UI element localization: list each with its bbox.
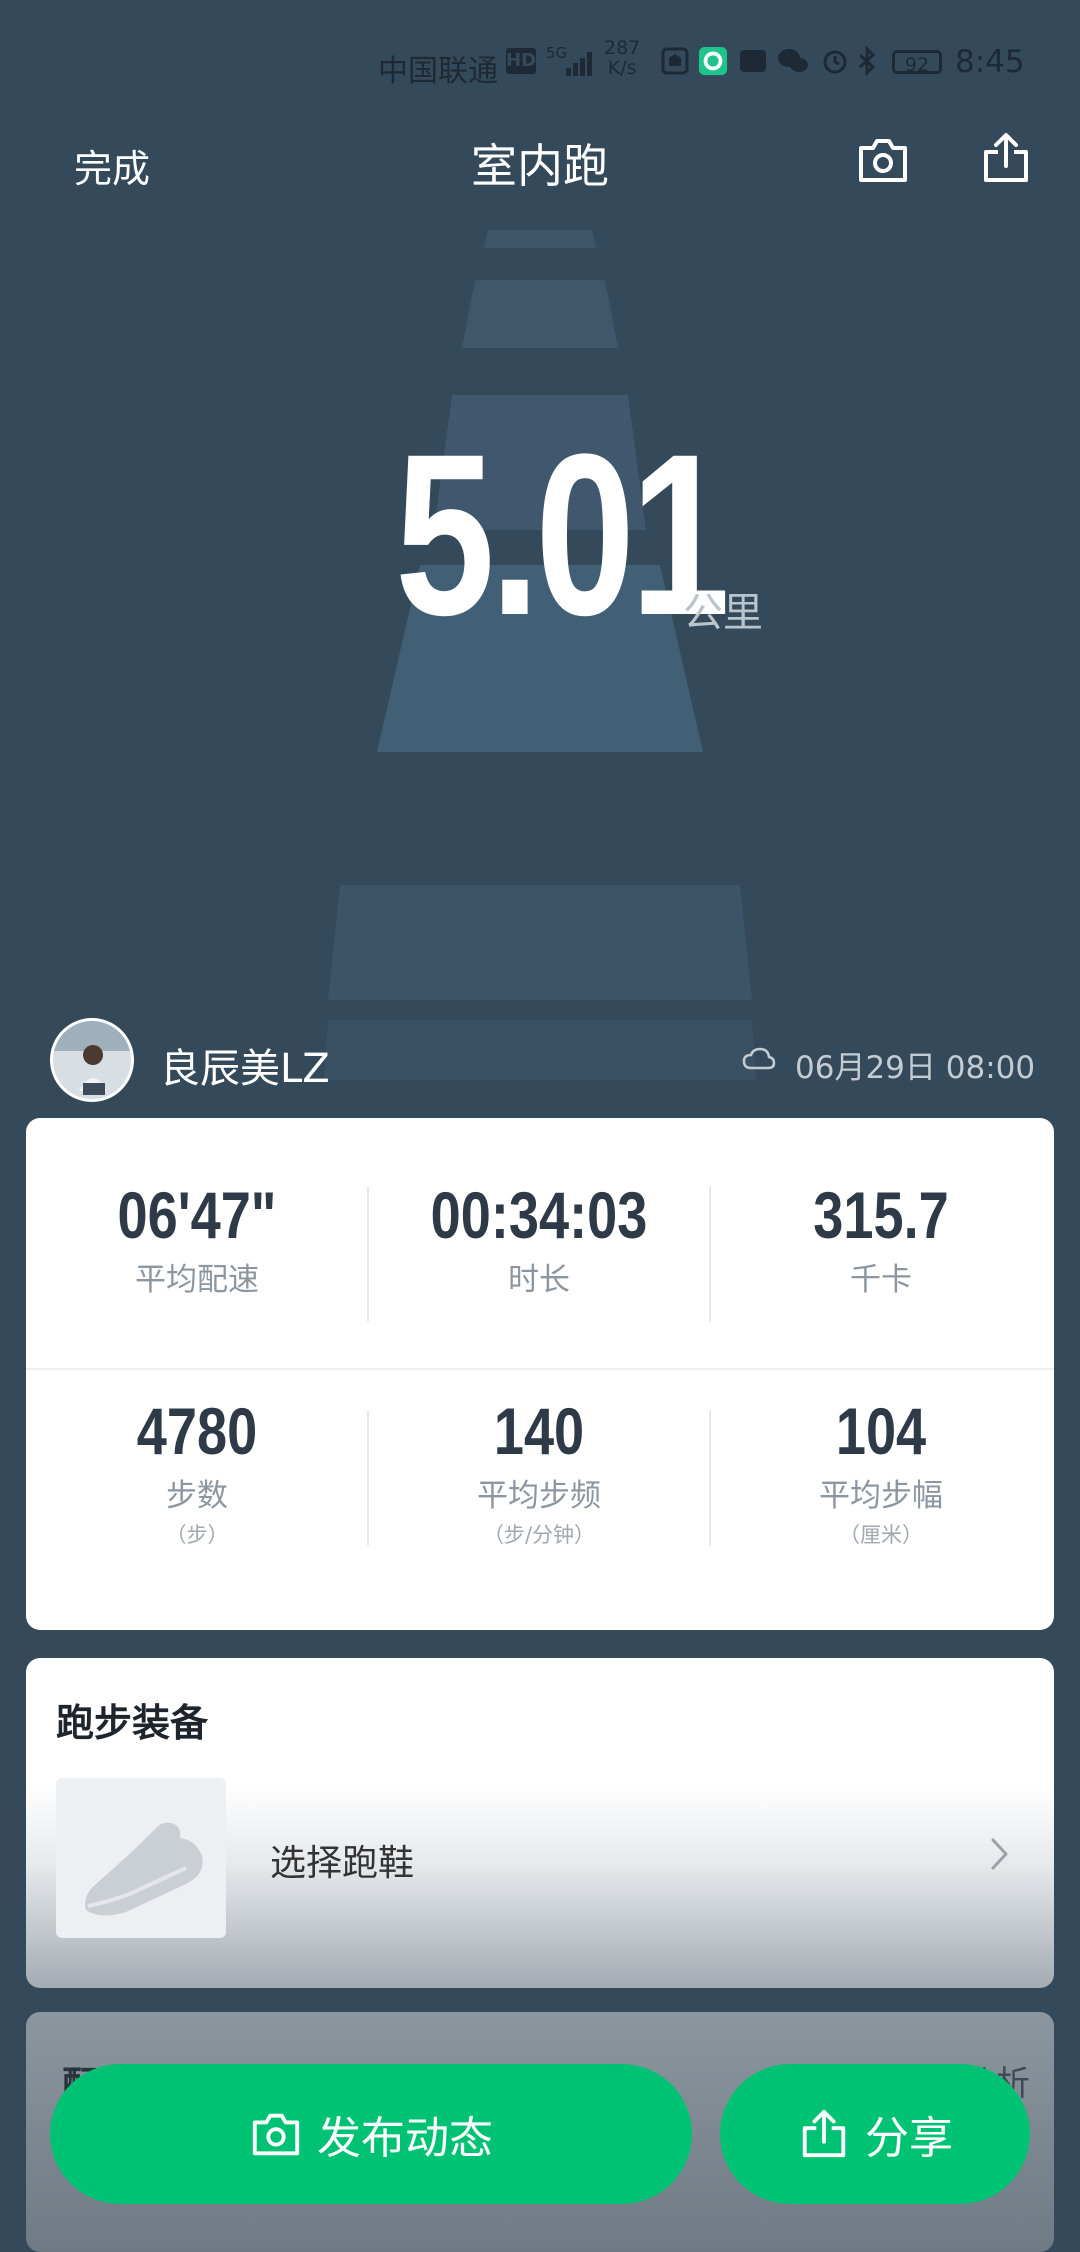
divider: [709, 1186, 711, 1322]
app-badge-icon: [661, 47, 689, 75]
divider: [709, 1410, 711, 1546]
stat-duration: 00:34:03 时长: [368, 1180, 710, 1299]
duration-label: 时长: [508, 1262, 570, 1298]
shoe-icon: [85, 1822, 203, 1916]
share-icon[interactable]: [978, 130, 1034, 186]
cadence-label: 平均步频: [477, 1478, 601, 1514]
green-app-icon: [698, 46, 728, 76]
stat-stride: 104 平均步幅 （厘米）: [710, 1396, 1052, 1549]
steps-value: 4780: [136, 1394, 258, 1468]
username: 良辰美LZ: [160, 1046, 330, 1092]
running-gear-card: 跑步装备 选择跑鞋: [26, 1658, 1054, 1988]
page-title: 室内跑: [471, 139, 609, 193]
signal-icon: [566, 48, 596, 76]
network-type: 5G: [546, 44, 568, 62]
post-update-button[interactable]: 发布动态: [50, 2064, 692, 2204]
distance-value: 5.01: [395, 406, 730, 663]
stat-steps: 4780 步数 （步）: [26, 1396, 368, 1549]
battery-icon: 92: [892, 50, 942, 76]
cloud-icon: [742, 1047, 776, 1070]
carrier-name: 中国联通: [378, 54, 498, 89]
stride-unit: （厘米）: [839, 1523, 923, 1547]
stat-cadence: 140 平均步频 （步/分钟）: [368, 1396, 710, 1549]
chevron-right-icon[interactable]: [984, 1834, 1014, 1874]
hd-icon: HD: [506, 48, 536, 74]
share-label: 分享: [865, 2113, 953, 2164]
share-icon: [802, 2109, 846, 2158]
distance-unit: 公里: [683, 590, 763, 636]
pace-label: 平均配速: [135, 1262, 259, 1298]
share-button[interactable]: 分享: [720, 2064, 1030, 2204]
stat-pace: 06'47" 平均配速: [26, 1180, 368, 1299]
workout-datetime: 06月29日 08:00: [795, 1050, 1036, 1086]
avatar-image: [53, 1021, 131, 1099]
alarm-icon: [823, 50, 847, 74]
duration-value: 00:34:03: [430, 1178, 648, 1252]
wechat-icon: [778, 49, 808, 72]
cadence-value: 140: [493, 1394, 585, 1468]
stat-calories: 315.7 千卡: [710, 1180, 1052, 1299]
bluetooth-icon: [858, 46, 876, 76]
calories-label: 千卡: [850, 1262, 912, 1298]
camera-icon[interactable]: [855, 132, 911, 188]
divider: [367, 1410, 369, 1546]
shoe-thumbnail[interactable]: [56, 1778, 226, 1938]
camera-icon: [252, 2113, 300, 2156]
divider: [367, 1186, 369, 1322]
steps-label: 步数: [166, 1478, 228, 1514]
avatar[interactable]: [50, 1018, 134, 1102]
steps-unit: （步）: [165, 1523, 229, 1547]
network-speed: 287 K/s: [604, 37, 641, 79]
status-bar: 中国联通 HD 5G 287 K/s 92 8:45: [0, 0, 1080, 110]
select-shoe-button[interactable]: 选择跑鞋: [270, 1834, 414, 1886]
pace-value: 06'47": [117, 1178, 277, 1252]
post-update-label: 发布动态: [317, 2113, 493, 2164]
message-app-icon: [740, 50, 766, 72]
cadence-unit: （步/分钟）: [482, 1523, 596, 1547]
stride-value: 104: [835, 1394, 927, 1468]
clock: 8:45: [955, 44, 1025, 80]
divider: [26, 1368, 1054, 1370]
gear-title: 跑步装备: [56, 1701, 209, 1745]
stride-label: 平均步幅: [819, 1478, 943, 1514]
stats-card: 06'47" 平均配速 00:34:03 时长 315.7 千卡 4780 步数…: [26, 1118, 1054, 1630]
calories-value: 315.7: [813, 1178, 949, 1252]
